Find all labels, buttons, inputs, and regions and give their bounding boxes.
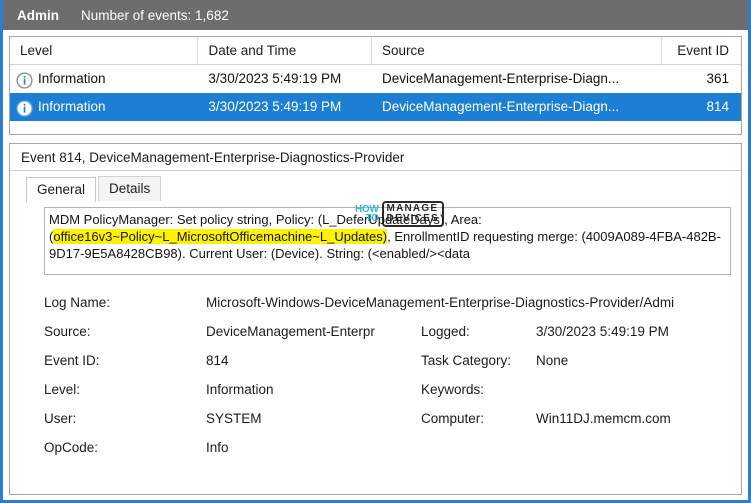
- cell-level: Information: [10, 65, 198, 93]
- cell-datetime: 3/30/2023 5:49:19 PM: [208, 99, 342, 114]
- property-label-keywords: Keywords:: [421, 382, 485, 397]
- property-value-computer: Win11DJ.memcm.com: [536, 411, 671, 426]
- property-label-computer: Computer:: [421, 411, 485, 426]
- property-row-level: Level: Information Keywords:: [44, 375, 741, 404]
- column-header-level[interactable]: Level: [10, 37, 199, 65]
- message-highlight-area: office16v3: [53, 229, 113, 244]
- events-count-label: Number of events: 1,682: [81, 7, 229, 23]
- property-row-user: User: SYSTEM Computer: Win11DJ.memcm.com: [44, 404, 741, 433]
- property-label: User:: [44, 411, 77, 426]
- property-value-task-category: None: [536, 353, 569, 368]
- property-value: Info: [206, 440, 229, 455]
- events-list-panel[interactable]: Level Date and Time Source Event ID Info…: [9, 36, 742, 135]
- property-value: SYSTEM: [206, 411, 262, 426]
- channel-label: Admin: [17, 7, 59, 23]
- event-properties-grid: Log Name: Microsoft-Windows-DeviceManage…: [44, 288, 741, 462]
- cell-source: DeviceManagement-Enterprise-Diagn...: [382, 71, 620, 86]
- property-value-logged: 3/30/2023 5:49:19 PM: [536, 324, 669, 339]
- property-label: Log Name:: [44, 295, 111, 310]
- property-value: Microsoft-Windows-DeviceManagement-Enter…: [206, 295, 675, 310]
- property-row-log-name: Log Name: Microsoft-Windows-DeviceManage…: [44, 288, 741, 317]
- property-label: Event ID:: [44, 353, 100, 368]
- event-message-box[interactable]: MDM PolicyManager: Set policy string, Po…: [44, 207, 731, 275]
- property-value: Information: [206, 382, 274, 397]
- column-header-source[interactable]: Source: [372, 37, 662, 65]
- property-value: 814: [206, 353, 229, 368]
- column-header-event-id[interactable]: Event ID: [662, 37, 741, 65]
- property-row-source: Source: DeviceManagement-Enterpr Logged:…: [44, 317, 741, 346]
- level-text: Information: [38, 99, 106, 114]
- table-row-selected[interactable]: Information 3/30/2023 5:49:19 PM DeviceM…: [10, 93, 741, 121]
- table-row[interactable]: Information 3/30/2023 5:49:19 PM DeviceM…: [10, 65, 741, 93]
- detail-tabstrip: General Details: [10, 175, 741, 202]
- property-value: DeviceManagement-Enterpr: [206, 324, 375, 339]
- property-label-task-category: Task Category:: [421, 353, 512, 368]
- information-icon: [16, 71, 33, 89]
- property-label-logged: Logged:: [421, 324, 470, 339]
- tab-details[interactable]: Details: [98, 176, 162, 201]
- event-detail-panel: Event 814, DeviceManagement-Enterprise-D…: [9, 143, 742, 495]
- cell-event-id: 361: [706, 71, 729, 86]
- property-row-event-id: Event ID: 814 Task Category: None: [44, 346, 741, 375]
- column-header-datetime[interactable]: Date and Time: [198, 37, 373, 65]
- property-row-opcode: OpCode: Info: [44, 433, 741, 462]
- cell-source: DeviceManagement-Enterprise-Diagn...: [382, 99, 620, 114]
- information-icon: [16, 99, 33, 117]
- property-label: Level:: [44, 382, 81, 397]
- cell-event-id: 814: [706, 99, 729, 114]
- level-text: Information: [38, 71, 106, 86]
- events-table-header: Level Date and Time Source Event ID: [10, 37, 741, 65]
- event-message-text: MDM PolicyManager: Set policy string, Po…: [49, 211, 726, 262]
- message-highlight-policy-path: ~Policy~L_MicrosoftOfficemachine~L_Updat…: [112, 229, 388, 244]
- cell-level: Information: [10, 93, 198, 121]
- event-viewer-window: Admin Number of events: 1,682 Level Date…: [0, 0, 751, 503]
- admin-header-bar: Admin Number of events: 1,682: [3, 0, 748, 30]
- property-label: Source:: [44, 324, 91, 339]
- property-label: OpCode:: [44, 440, 99, 455]
- cell-datetime: 3/30/2023 5:49:19 PM: [208, 71, 342, 86]
- tab-general[interactable]: General: [26, 177, 97, 202]
- event-detail-title: Event 814, DeviceManagement-Enterprise-D…: [10, 144, 741, 171]
